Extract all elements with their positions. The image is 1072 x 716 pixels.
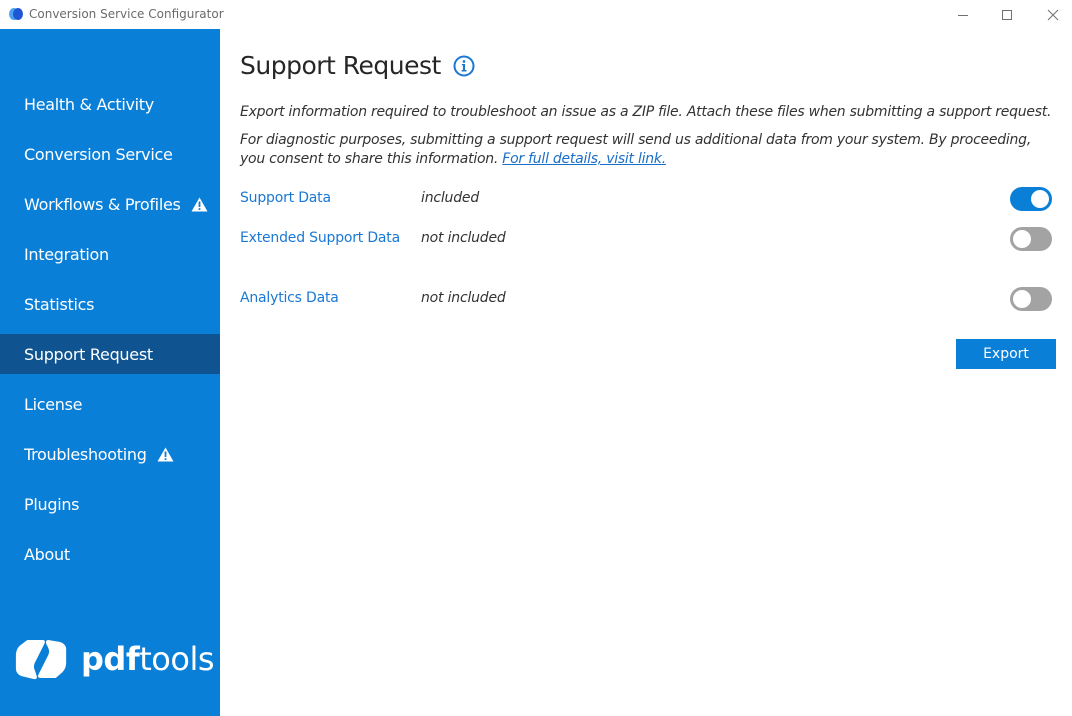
pdftools-logo: pdftools [14, 634, 214, 684]
sidebar-item-label: Conversion Service [24, 144, 173, 164]
full-details-link[interactable]: For full details, visit link. [502, 151, 666, 167]
page-title: Support Request [240, 51, 441, 80]
option-label: Analytics Data [240, 290, 339, 306]
warning-icon [191, 197, 208, 211]
sidebar-item-label: About [24, 544, 70, 564]
sidebar-item-label: Workflows & Profiles [24, 194, 181, 214]
sidebar: Health & Activity Conversion Service Wor… [0, 29, 220, 716]
option-row-support-data: Support Data included [240, 185, 1056, 213]
sidebar-item-troubleshooting[interactable]: Troubleshooting [0, 434, 220, 474]
sidebar-item-conversion-service[interactable]: Conversion Service [0, 134, 220, 174]
close-button[interactable] [1030, 0, 1072, 29]
sidebar-item-statistics[interactable]: Statistics [0, 284, 220, 324]
export-button[interactable]: Export [956, 339, 1056, 369]
sidebar-item-label: Health & Activity [24, 94, 154, 114]
pdftools-logo-icon [15, 640, 67, 680]
option-row-extended-support-data: Extended Support Data not included [240, 225, 1056, 253]
option-row-analytics-data: Analytics Data not included [240, 285, 1056, 313]
option-status: not included [421, 290, 506, 306]
sidebar-item-label: Support Request [24, 344, 153, 364]
option-label: Support Data [240, 190, 331, 206]
maximize-icon [1002, 9, 1012, 20]
window-title: Conversion Service Configurator [29, 7, 224, 21]
option-status: included [421, 190, 480, 206]
consent-text-block: For diagnostic purposes, submitting a su… [240, 131, 1050, 169]
toggle-knob [1031, 190, 1049, 208]
sidebar-item-label: Statistics [24, 294, 95, 314]
warning-icon [157, 447, 174, 461]
logo-text: pdftools [81, 640, 214, 678]
option-label: Extended Support Data [240, 230, 400, 246]
toggle-knob [1013, 230, 1031, 248]
sidebar-item-label: License [24, 394, 83, 414]
close-icon [1047, 9, 1059, 20]
main-content: Support Request Export information requi… [220, 29, 1072, 716]
option-status: not included [421, 230, 506, 246]
description-text: Export information required to troublesh… [240, 104, 1052, 120]
info-icon[interactable] [453, 55, 475, 77]
toggle-knob [1013, 290, 1031, 308]
sidebar-item-health-activity[interactable]: Health & Activity [0, 84, 220, 124]
sidebar-item-about[interactable]: About [0, 534, 220, 574]
sidebar-item-label: Integration [24, 244, 109, 264]
sidebar-item-license[interactable]: License [0, 384, 220, 424]
sidebar-item-support-request[interactable]: Support Request [0, 334, 220, 374]
analytics-data-toggle[interactable] [1010, 287, 1052, 311]
page-title-row: Support Request [240, 51, 475, 80]
support-data-toggle[interactable] [1010, 187, 1052, 211]
app-logo-icon [9, 8, 23, 20]
sidebar-item-plugins[interactable]: Plugins [0, 484, 220, 524]
sidebar-item-label: Plugins [24, 494, 80, 514]
title-bar: Conversion Service Configurator [0, 0, 1072, 29]
sidebar-item-label: Troubleshooting [24, 444, 147, 464]
sidebar-item-workflows-profiles[interactable]: Workflows & Profiles [0, 184, 220, 224]
minimize-button[interactable] [940, 0, 986, 29]
sidebar-item-integration[interactable]: Integration [0, 234, 220, 274]
extended-support-data-toggle[interactable] [1010, 227, 1052, 251]
maximize-button[interactable] [984, 0, 1030, 29]
minimize-icon [958, 14, 968, 16]
